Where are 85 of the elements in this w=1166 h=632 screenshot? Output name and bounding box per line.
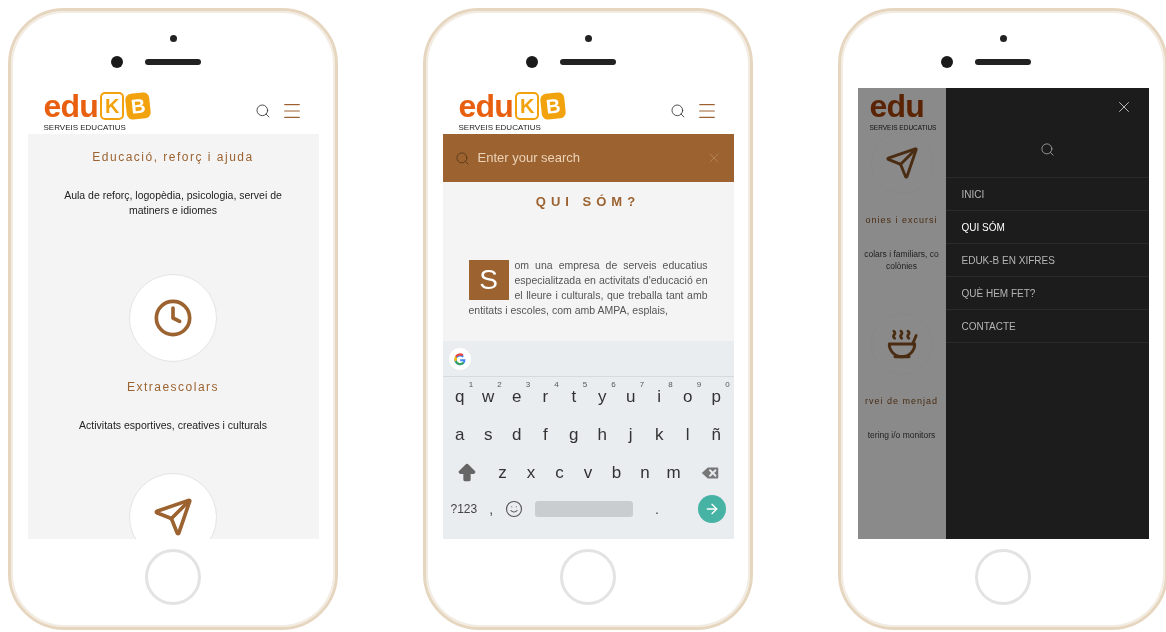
section-title: onies i excursi: [865, 214, 938, 227]
section-title: rvei de menjad: [864, 395, 938, 408]
key-hint: 9: [696, 379, 702, 391]
menu-item[interactable]: QUÈ HEM FET?: [945, 276, 1149, 309]
search-icon[interactable]: [1039, 142, 1055, 157]
speaker-grille-icon: [560, 59, 616, 65]
search-icon: [454, 150, 470, 166]
menu-item[interactable]: INICI: [945, 177, 1149, 210]
menu-item[interactable]: CONTACTE: [945, 309, 1149, 342]
keyboard-key[interactable]: a: [446, 417, 474, 453]
intro-paragraph: S om una empresa de serveis educatius especialitzada en activitats d'educació en el lleure i culturals, que treballa tant amb entitats i escoles, com amb AMPA, esplais,: [468, 257, 708, 318]
keyboard-key[interactable]: l: [674, 417, 702, 453]
section-description: tering i/o monitors: [867, 428, 936, 442]
front-sensor-icon: [169, 35, 177, 42]
key-hint: 0: [725, 379, 730, 391]
logo-wordmark: edu: [458, 90, 513, 122]
keyboard-key[interactable]: j: [617, 417, 645, 453]
logo-wordmark: edu: [869, 90, 925, 122]
key-hint: 1: [468, 379, 474, 391]
section-description: colònies: [885, 260, 918, 273]
keyboard-key[interactable]: p 0: [702, 379, 730, 415]
section-description: Aula de reforç, logopèdia, psicologia, servei de matiners e idiomes: [63, 188, 283, 218]
key-hint: 6: [611, 379, 616, 391]
clock-icon: [153, 298, 193, 338]
logo-letter-tile: B: [125, 91, 153, 121]
keyboard-key[interactable]: x: [517, 455, 545, 491]
keyboard-key[interactable]: u 7: [617, 379, 645, 415]
emoji-key-icon[interactable]: [505, 500, 524, 518]
logo-letter-tile: K: [100, 92, 125, 120]
key-hint: 4: [554, 379, 559, 391]
keyboard-key[interactable]: v: [574, 455, 602, 491]
front-sensor-icon: [584, 35, 592, 42]
logo-letter-tile: B: [540, 91, 568, 121]
keyboard-key[interactable]: n: [631, 455, 659, 491]
google-icon: [448, 347, 471, 370]
search-icon[interactable]: [669, 103, 686, 119]
front-camera-icon: [526, 56, 538, 68]
keyboard-key[interactable]: k: [645, 417, 673, 453]
keyboard-key[interactable]: w 2: [474, 379, 502, 415]
keyboard-key[interactable]: o 9: [674, 379, 702, 415]
key-hint: 7: [639, 379, 645, 391]
keyboard-key[interactable]: e 3: [503, 379, 531, 415]
front-camera-icon: [111, 56, 123, 68]
page-heading: QUI SÓM?: [535, 193, 641, 211]
keyboard-key[interactable]: s: [474, 417, 502, 453]
search-input[interactable]: Enter your search: [477, 148, 698, 168]
key-hint: 5: [582, 379, 588, 391]
section-description: colars i familiars, co: [864, 247, 939, 261]
logo-tagline: SERVEIS EDUCATIUS: [458, 123, 542, 132]
front-camera-icon: [941, 56, 953, 68]
keyboard-key[interactable]: g: [560, 417, 588, 453]
speaker-grille-icon: [975, 59, 1031, 65]
keyboard-key[interactable]: h: [588, 417, 616, 453]
menu-item[interactable]: QUI SÓM: [945, 210, 1149, 243]
search-field[interactable]: Enter your search: [442, 134, 734, 182]
key-hint: 8: [668, 379, 673, 391]
section-title: Extraescolars: [126, 379, 220, 396]
front-sensor-icon: [999, 35, 1007, 42]
keyboard-key[interactable]: c: [546, 455, 573, 491]
keyboard-key[interactable]: z: [489, 455, 516, 491]
keyboard-key[interactable]: r 4: [531, 379, 559, 415]
period-key[interactable]: .: [655, 498, 659, 520]
keyboard-key[interactable]: f: [531, 417, 559, 453]
logo-tagline: SERVEIS EDUCATIUS: [43, 123, 127, 132]
paper-plane-icon: [884, 146, 919, 180]
keyboard-key[interactable]: ñ: [702, 417, 730, 453]
keyboard-key[interactable]: i 8: [645, 379, 673, 415]
keyboard-key[interactable]: y 6: [588, 379, 616, 415]
key-hint: 3: [525, 379, 531, 391]
search-icon[interactable]: [254, 103, 271, 119]
symbols-key[interactable]: ?123: [450, 500, 478, 518]
key-hint: 2: [497, 379, 502, 391]
logo-wordmark: edu: [43, 90, 98, 122]
comma-key[interactable]: ,: [489, 498, 494, 520]
paper-plane-icon: [153, 497, 193, 537]
keyboard-key[interactable]: b: [603, 455, 630, 491]
speaker-grille-icon: [145, 59, 201, 65]
section-description: Activitats esportives, creatives i culturals: [79, 418, 267, 433]
section-title: Educació, reforç i ajuda: [92, 149, 254, 166]
logo-letter-tile: K: [515, 92, 540, 120]
keyboard-key[interactable]: t 5: [560, 379, 588, 415]
keyboard-key[interactable]: q 1: [446, 379, 474, 415]
keyboard-key[interactable]: m: [660, 455, 687, 491]
keyboard-key[interactable]: d: [503, 417, 531, 453]
menu-item[interactable]: EDUK-B EN XIFRES: [945, 243, 1149, 276]
